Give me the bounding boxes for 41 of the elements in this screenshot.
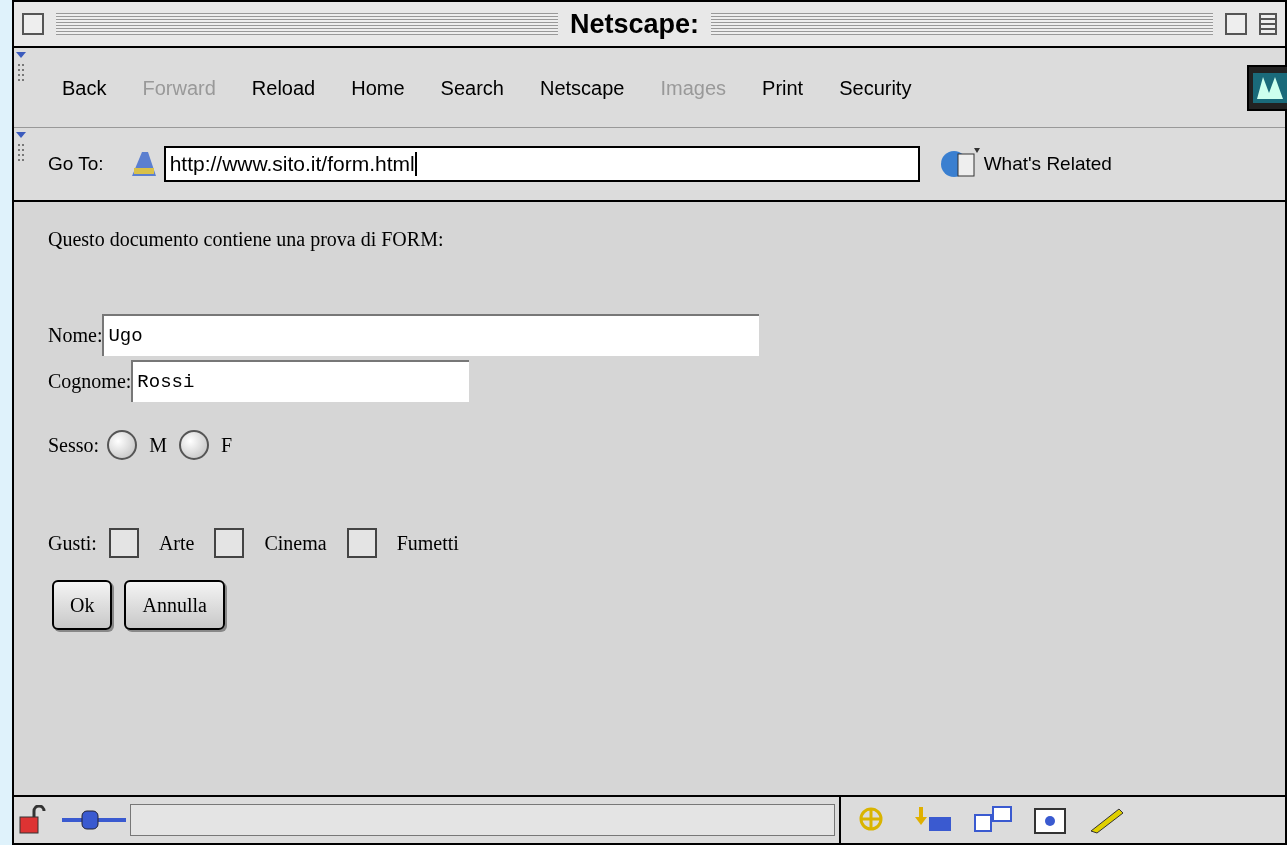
toolbar-button[interactable]: Home [333,64,423,111]
zoom-box-icon[interactable] [1225,13,1247,35]
checkbox[interactable] [346,528,377,558]
collapse-triangle-icon[interactable] [16,132,26,138]
toolbar-button[interactable]: Security [821,64,930,111]
text-field[interactable]: Rossi [131,360,470,402]
grip-icon[interactable] [17,62,25,82]
form-button[interactable]: Annulla [124,580,225,630]
grip-icon[interactable] [17,142,25,162]
radio-button[interactable] [107,430,138,460]
close-box-icon[interactable] [22,13,44,35]
toolbar-button[interactable]: Netscape [521,64,643,111]
radio-label: M [149,433,167,458]
toolbar-button[interactable]: Back [44,64,125,111]
toolbar-button[interactable]: Search [422,64,522,111]
radio-label: F [220,433,233,458]
url-field[interactable]: http://www.sito.it/form.html [163,146,920,182]
toolbar-button[interactable]: Reload [233,64,334,111]
window-title: Netscape: [569,7,700,41]
plug-icon[interactable] [62,808,126,832]
collapse-triangle-icon[interactable] [16,52,26,58]
field-label: Cognome: [48,369,132,395]
field-label: Nome: [48,323,103,348]
toolbar-button[interactable]: Print [744,64,822,111]
text-field[interactable]: Ugo [102,314,760,356]
checkbox-label: Cinema [264,531,327,556]
gusti-label: Gusti: [48,531,97,556]
checkbox-label: Fumetti [396,531,459,556]
go-to-label: Go To: [48,151,104,176]
intro-text: Questo documento contiene una prova di FORM: [48,227,444,253]
checkbox-label: Arte [158,531,195,556]
checkbox[interactable] [108,528,139,558]
radio-button[interactable] [178,430,209,460]
collapse-box-icon[interactable] [1259,13,1277,35]
chat-icon[interactable] [973,805,1013,835]
logo-icon[interactable] [1247,64,1287,111]
whats-related-button[interactable]: What's Related [983,149,1112,179]
checkbox[interactable] [214,528,245,558]
sesso-label: Sesso: [48,433,100,458]
address-book-icon[interactable] [1033,805,1067,835]
form-button[interactable]: Ok [52,580,113,630]
